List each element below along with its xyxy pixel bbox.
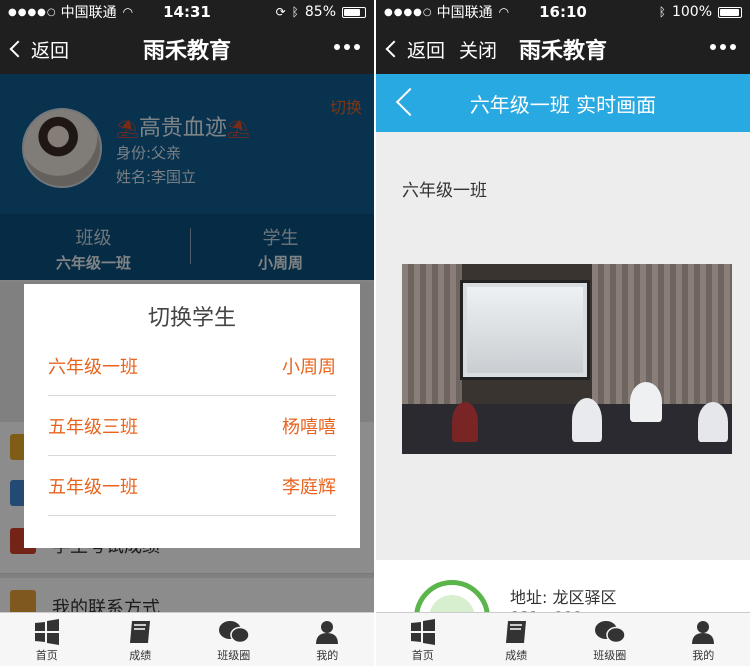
- student-option[interactable]: 五年级三班 杨嘻嘻: [48, 396, 336, 456]
- tab-label: 我的: [316, 649, 339, 662]
- student-option[interactable]: 六年级一班 小周周: [48, 336, 336, 396]
- tab-mine[interactable]: 我的: [657, 613, 750, 666]
- chevron-left-icon: [9, 40, 27, 58]
- option-student: 李庭辉: [282, 476, 336, 498]
- windows-icon: [410, 619, 435, 645]
- back-label: 返回: [31, 39, 70, 62]
- windows-icon: [34, 619, 59, 645]
- tab-label: 首页: [35, 649, 58, 662]
- tab-mine[interactable]: 我的: [281, 613, 375, 666]
- tab-label: 首页: [411, 649, 434, 662]
- book-icon: [130, 621, 151, 643]
- dialog-title: 切换学生: [147, 306, 236, 331]
- nav-bar: 返回 雨禾教育: [0, 24, 374, 74]
- more-menu-button[interactable]: [334, 44, 360, 50]
- curtain: [592, 264, 732, 414]
- person-figure: [698, 402, 728, 442]
- address-line: 地址: 龙区驿区: [510, 584, 617, 608]
- option-student: 小周周: [282, 356, 336, 378]
- clock: 16:10: [539, 3, 587, 21]
- address-value: 龙区驿区: [552, 588, 617, 607]
- battery-icon: [342, 6, 366, 18]
- tab-home[interactable]: 首页: [0, 613, 94, 666]
- live-video[interactable]: [402, 264, 732, 454]
- class-name: 六年级一班: [402, 181, 487, 201]
- option-class: 五年级三班: [48, 416, 138, 438]
- address-label: 地址:: [510, 588, 548, 607]
- left-screen: ●●●●○ 中国联通 ◠ 14:31 ⟳ ᛒ 85% 返回 雨禾教育 ⛱高贵血迹…: [0, 0, 374, 666]
- student-option[interactable]: 五年级一班 李庭辉: [48, 456, 336, 516]
- curtain: [402, 264, 462, 414]
- status-bar: ●●●●○ 中国联通 ◠ 14:31 ⟳ ᛒ 85%: [0, 0, 374, 24]
- right-screen: ●●●●○ 中国联通 ◠ 16:10 ᛒ 100% 返回 关闭 雨禾教育 六年级…: [376, 0, 750, 666]
- tab-class-circle[interactable]: 班级圈: [187, 613, 281, 666]
- live-title: 六年级一班 实时画面: [469, 92, 657, 117]
- back-label: 返回: [407, 39, 446, 62]
- switch-student-dialog: 切换学生 六年级一班 小周周 五年级三班 杨嘻嘻 五年级一班 李庭辉: [24, 284, 360, 548]
- tab-bar: 首页 成绩 班级圈 我的: [0, 612, 374, 666]
- tab-label: 班级圈: [593, 649, 627, 662]
- back-button[interactable]: 返回: [0, 36, 69, 63]
- live-header: 六年级一班 实时画面: [376, 74, 750, 132]
- status-bar: ●●●●○ 中国联通 ◠ 16:10 ᛒ 100%: [376, 0, 750, 24]
- book-icon: [506, 621, 527, 643]
- chat-icon: [594, 621, 626, 644]
- person-icon: [692, 621, 715, 644]
- tab-home[interactable]: 首页: [376, 613, 470, 666]
- nav-bar: 返回 关闭 雨禾教育: [376, 24, 750, 74]
- clock: 14:31: [163, 3, 211, 21]
- tab-class-circle[interactable]: 班级圈: [563, 613, 657, 666]
- chevron-left-icon: [385, 40, 403, 58]
- back-button[interactable]: 返回: [376, 36, 445, 63]
- tab-bar: 首页 成绩 班级圈 我的: [376, 612, 750, 666]
- tab-label: 成绩: [505, 649, 528, 662]
- option-student: 杨嘻嘻: [282, 416, 336, 438]
- tab-scores[interactable]: 成绩: [94, 613, 188, 666]
- option-class: 六年级一班: [48, 356, 138, 378]
- more-menu-button[interactable]: [710, 44, 736, 50]
- option-class: 五年级一班: [48, 476, 138, 498]
- person-figure: [630, 382, 662, 422]
- tab-label: 班级圈: [217, 649, 251, 662]
- person-icon: [316, 621, 339, 644]
- chat-icon: [218, 621, 250, 644]
- person-figure: [452, 402, 478, 442]
- person-figure: [572, 398, 602, 442]
- tab-label: 成绩: [129, 649, 152, 662]
- close-button[interactable]: 关闭: [459, 36, 497, 63]
- projector-screen: [460, 280, 590, 380]
- battery-icon: [718, 6, 742, 18]
- tab-label: 我的: [692, 649, 715, 662]
- tab-scores[interactable]: 成绩: [470, 613, 564, 666]
